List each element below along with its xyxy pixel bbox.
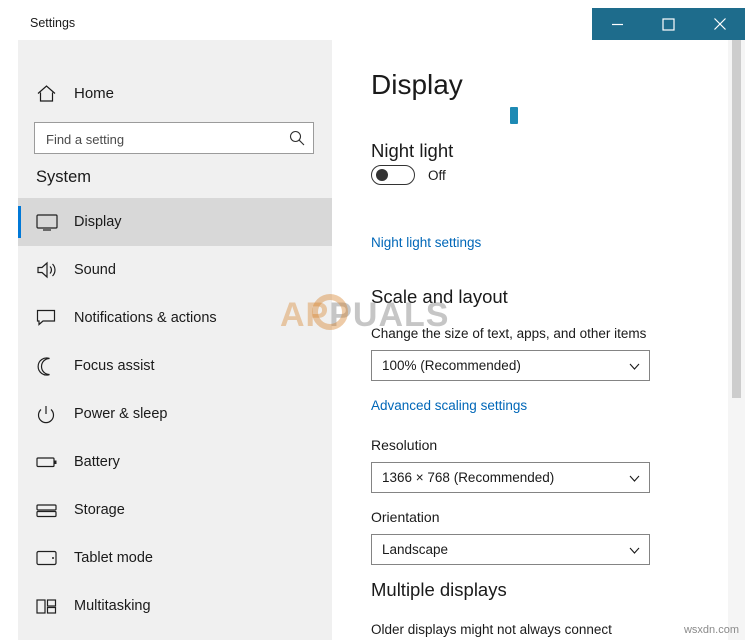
sidebar-group-title: System <box>36 168 92 186</box>
scale-size-combobox[interactable]: 100% (Recommended) <box>371 350 650 381</box>
maximize-button[interactable] <box>643 8 694 40</box>
orientation-label: Orientation <box>371 509 440 525</box>
battery-icon <box>36 451 62 473</box>
sidebar-item-storage[interactable]: Storage <box>18 486 332 534</box>
search-icon[interactable] <box>288 129 306 147</box>
sidebar-item-tablet-mode[interactable]: Tablet mode <box>18 534 332 582</box>
advanced-scaling-settings-link[interactable]: Advanced scaling settings <box>371 398 527 413</box>
home-label: Home <box>74 84 115 102</box>
sidebar-item-battery[interactable]: Battery <box>18 438 332 486</box>
night-light-toggle-row[interactable]: Off <box>371 165 446 185</box>
chevron-down-icon <box>628 544 641 557</box>
home-icon <box>36 81 62 105</box>
night-light-settings-link[interactable]: Night light settings <box>371 235 481 250</box>
minimize-button[interactable] <box>592 8 643 40</box>
window-title: Settings <box>30 16 76 30</box>
settings-window: Settings Home Find a setting System Disp… <box>18 8 745 640</box>
scale-size-value: 100% (Recommended) <box>382 358 521 373</box>
page-title: Display <box>371 69 463 100</box>
monitor-icon <box>36 211 62 233</box>
sidebar-item-focus-assist[interactable]: Focus assist <box>18 342 332 390</box>
search-input[interactable] <box>44 123 288 155</box>
sidebar-item-label: Power & sleep <box>74 406 168 422</box>
sidebar-item-multitasking[interactable]: Multitasking <box>18 582 332 630</box>
content-pane: Display Night light Off Night light sett… <box>332 40 745 640</box>
watermark-brand: APPUALS <box>280 296 449 335</box>
watermark-ring <box>312 294 348 330</box>
sidebar-item-home[interactable]: Home <box>18 74 332 112</box>
night-light-toggle-state: Off <box>428 167 446 183</box>
close-icon <box>713 18 726 30</box>
orientation-combobox[interactable]: Landscape <box>371 534 650 565</box>
close-button[interactable] <box>694 8 745 40</box>
multiple-displays-note: Older displays might not always connect <box>371 622 612 637</box>
night-light-toggle[interactable] <box>371 165 415 185</box>
title-bar: Settings <box>18 8 745 40</box>
sidebar-item-display[interactable]: Display <box>18 198 332 246</box>
sidebar-item-label: Battery <box>74 454 120 470</box>
sidebar-item-label: Notifications & actions <box>74 310 217 326</box>
display-preview-marker <box>510 107 518 124</box>
sidebar-item-label: Focus assist <box>74 358 155 374</box>
content-scrollbar[interactable] <box>728 40 745 640</box>
sidebar-item-label: Display <box>74 214 122 230</box>
window-controls <box>592 8 745 40</box>
resolution-combobox[interactable]: 1366 × 768 (Recommended) <box>371 462 650 493</box>
resolution-value: 1366 × 768 (Recommended) <box>382 470 555 485</box>
speaker-icon <box>36 259 62 281</box>
multiple-displays-heading: Multiple displays <box>371 579 507 600</box>
orientation-value: Landscape <box>382 542 449 557</box>
resolution-label: Resolution <box>371 437 438 453</box>
chevron-down-icon <box>628 360 641 373</box>
storage-icon <box>36 499 62 521</box>
night-light-heading: Night light <box>371 140 454 161</box>
power-icon <box>36 403 62 425</box>
maximize-icon <box>662 17 675 31</box>
sidebar-item-power-sleep[interactable]: Power & sleep <box>18 390 332 438</box>
search-box[interactable] <box>34 122 314 155</box>
sidebar-item-sound[interactable]: Sound <box>18 246 332 294</box>
scrollbar-thumb[interactable] <box>732 40 741 398</box>
watermark-corner: wsxdn.com <box>683 624 739 636</box>
sidebar-item-label: Multitasking <box>74 598 151 614</box>
moon-icon <box>36 355 62 377</box>
sidebar-nav: Display Sound Notifications & actions Fo… <box>18 198 332 630</box>
sidebar-item-label: Tablet mode <box>74 550 153 566</box>
sidebar-item-label: Sound <box>74 262 116 278</box>
sidebar-item-label: Storage <box>74 502 125 518</box>
sidebar: Home System Display <box>18 40 332 640</box>
chat-bubble-icon <box>36 307 62 329</box>
minimize-icon <box>612 23 623 25</box>
multitasking-icon <box>36 595 62 617</box>
chevron-down-icon <box>628 472 641 485</box>
tablet-icon <box>36 547 62 569</box>
display-settings: Display Night light Off Night light sett… <box>332 40 727 640</box>
toggle-knob <box>376 169 388 181</box>
